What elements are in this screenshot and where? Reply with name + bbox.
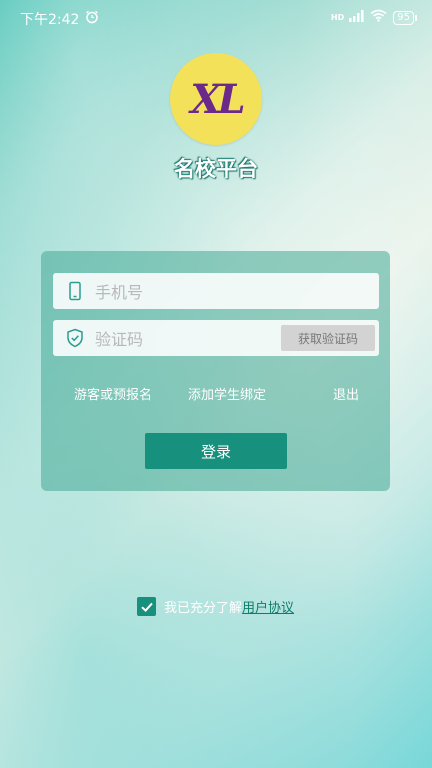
alarm-icon [85,10,99,28]
bind-student-link[interactable]: 添加学生绑定 [188,384,266,403]
status-bar: 下午2:42 HD 95 [0,0,432,36]
user-agreement-link[interactable]: 用户协议 [242,597,294,616]
app-logo: XL [170,53,262,145]
code-field: 获取验证码 [53,320,379,358]
network-type: HD [330,12,345,22]
battery-indicator: 95 [393,10,417,25]
get-code-button[interactable]: 获取验证码 [281,325,375,351]
login-card: 获取验证码 游客或预报名 添加学生绑定 退出 登录 [41,251,390,491]
signal-icon [348,9,364,26]
agreement-checkbox[interactable] [137,597,156,616]
shield-check-icon [65,328,85,348]
app-name: 名校平台 [174,157,258,181]
agreement-row: 我已充分了解 用户协议 [137,597,294,616]
status-left: 下午2:42 [20,9,99,29]
wifi-icon [370,9,387,26]
phone-input[interactable] [93,273,317,311]
guest-link[interactable]: 游客或预报名 [74,384,152,403]
status-right: HD 95 [330,9,417,26]
login-button[interactable]: 登录 [145,433,287,469]
phone-icon [65,281,85,301]
exit-link[interactable]: 退出 [333,384,359,403]
phone-field [53,273,379,311]
status-time: 下午2:42 [20,12,80,28]
logo-text: XL [190,75,245,123]
agreement-text: 我已充分了解 [164,601,243,616]
checkmark-icon [140,602,153,612]
